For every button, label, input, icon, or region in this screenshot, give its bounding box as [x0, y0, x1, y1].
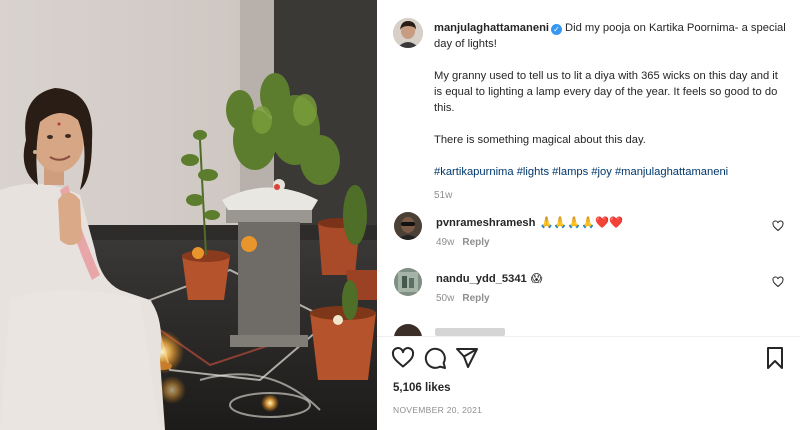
post-caption: manjulaghattamaneni ✓ Did my pooja on Kart…	[434, 20, 786, 204]
pooja-photo-illustration	[0, 0, 377, 430]
reply-button[interactable]: Reply	[462, 237, 489, 248]
likes-count[interactable]: 5,106 likes	[393, 382, 451, 394]
like-comment-heart-icon[interactable]	[772, 220, 784, 232]
caption-paragraph-3: There is something magical about this da…	[434, 134, 646, 146]
like-comment-heart-icon[interactable]	[772, 276, 784, 288]
caption-paragraph-2: My granny used to tell us to lit a diya …	[434, 70, 778, 114]
comment-item: nandu_ydd_5341 😱 50w Reply	[394, 268, 784, 308]
like-heart-icon[interactable]	[391, 346, 415, 370]
comment-meta: 50w Reply	[436, 293, 490, 304]
caption-scroll-area[interactable]: manjulaghattamaneni ✓ Did my pooja on Kart…	[377, 0, 800, 336]
comment-meta: 49w Reply	[436, 237, 490, 248]
reply-button[interactable]: Reply	[462, 293, 489, 304]
comment-text: nandu_ydd_5341 😱	[436, 272, 542, 285]
verified-badge-icon: ✓	[551, 24, 563, 35]
comment-time: 49w	[436, 237, 455, 248]
actions-divider	[377, 336, 800, 337]
comment-text: pvnrameshramesh 🙏🙏🙏🙏❤️❤️	[436, 216, 623, 229]
comment-text-partial	[435, 328, 505, 336]
comment-body: 😱	[530, 272, 543, 285]
caption-time-ago: 51w	[434, 190, 453, 201]
commenter-avatar-icon	[394, 268, 422, 296]
author-avatar[interactable]	[393, 18, 423, 48]
share-paper-plane-icon[interactable]	[455, 346, 479, 370]
post-date: NOVEMBER 20, 2021	[393, 405, 483, 415]
post-photo[interactable]	[0, 0, 377, 430]
commenter-avatar-icon	[394, 212, 422, 240]
commenter-avatar[interactable]	[394, 324, 422, 336]
post-actions-bar	[391, 346, 789, 372]
author-username[interactable]: manjulaghattamaneni	[434, 22, 549, 34]
post-details-panel: manjulaghattamaneni ✓ Did my pooja on Kart…	[377, 0, 800, 430]
comment-body: 🙏🙏🙏🙏❤️❤️	[539, 216, 624, 229]
comment-username[interactable]: nandu_ydd_5341	[436, 273, 527, 285]
commenter-avatar[interactable]	[394, 212, 422, 240]
comment-username[interactable]: pvnrameshramesh	[436, 217, 536, 229]
instagram-post: manjulaghattamaneni ✓ Did my pooja on Kart…	[0, 0, 800, 430]
caption-hashtags[interactable]: #kartikapurnima #lights #lamps #joy #man…	[434, 164, 786, 180]
comment-bubble-icon[interactable]	[423, 346, 447, 370]
comment-time: 50w	[436, 293, 455, 304]
save-bookmark-icon[interactable]	[763, 346, 787, 370]
profile-avatar-icon	[393, 18, 423, 48]
commenter-avatar[interactable]	[394, 268, 422, 296]
comment-item: pvnrameshramesh 🙏🙏🙏🙏❤️❤️ 49w Reply	[394, 212, 784, 252]
